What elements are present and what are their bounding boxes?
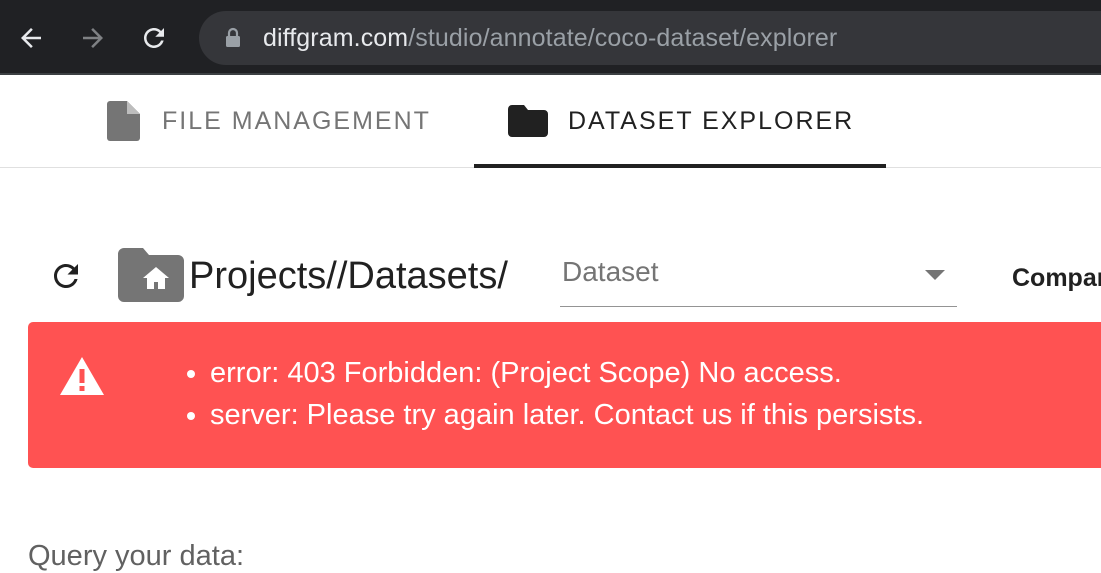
back-arrow-icon	[21, 28, 41, 48]
address-bar[interactable]: diffgram.com/studio/annotate/coco-datase…	[199, 11, 1101, 65]
warning-icon	[60, 357, 104, 395]
dataset-select-placeholder: Dataset	[562, 256, 659, 287]
chevron-down-icon	[925, 270, 945, 280]
reload-icon	[144, 28, 164, 48]
tab-file-management-label: FILE MANAGEMENT	[162, 106, 431, 135]
reload-button[interactable]	[139, 20, 169, 56]
tab-file-management[interactable]: FILE MANAGEMENT	[106, 75, 431, 167]
folder-home-icon	[118, 248, 184, 302]
url-text: diffgram.com/studio/annotate/coco-datase…	[263, 23, 837, 53]
refresh-button[interactable]	[46, 256, 86, 296]
lock-icon	[226, 27, 240, 47]
compare-button[interactable]: Compar	[1012, 264, 1101, 293]
query-label: Query your data:	[28, 540, 244, 572]
browser-toolbar: diffgram.com/studio/annotate/coco-datase…	[0, 0, 1101, 75]
error-alert: error: 403 Forbidden: (Project Scope) No…	[28, 322, 1101, 468]
forward-arrow-icon	[83, 28, 103, 48]
alert-message-server: server: Please try again later. Contact …	[210, 394, 924, 436]
breadcrumb[interactable]: Projects//Datasets/	[189, 254, 508, 298]
file-icon	[107, 101, 140, 141]
tab-dataset-explorer[interactable]: DATASET EXPLORER	[474, 75, 886, 168]
active-tab-indicator	[474, 164, 886, 168]
refresh-icon	[54, 264, 78, 288]
tab-dataset-explorer-label: DATASET EXPLORER	[568, 106, 855, 135]
forward-button[interactable]	[78, 20, 108, 56]
home-folder-button[interactable]	[118, 248, 184, 307]
back-button[interactable]	[16, 20, 46, 56]
dataset-select[interactable]: Dataset	[560, 250, 957, 307]
folder-icon	[508, 105, 548, 137]
url-host: diffgram.com	[263, 24, 409, 52]
alert-message-error: error: 403 Forbidden: (Project Scope) No…	[210, 352, 924, 394]
tab-bar: FILE MANAGEMENT DATASET EXPLORER	[0, 75, 1101, 168]
alert-messages: error: 403 Forbidden: (Project Scope) No…	[182, 352, 924, 436]
url-path: /studio/annotate/coco-dataset/explorer	[408, 24, 838, 52]
